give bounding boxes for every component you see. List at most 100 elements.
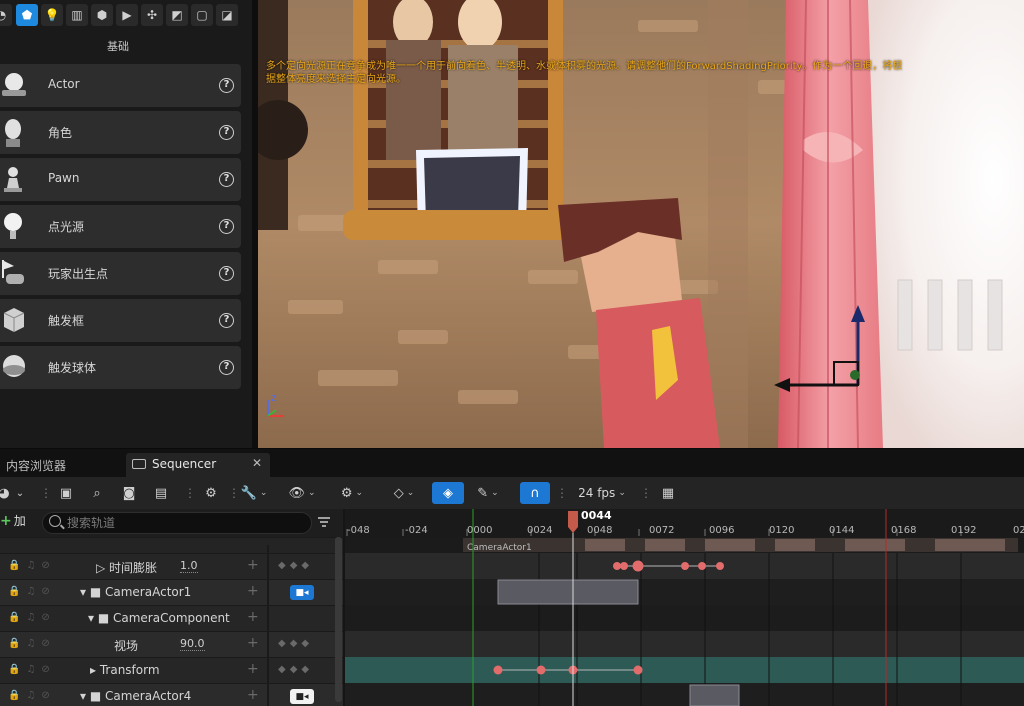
row-toggle-icons[interactable]: 🔒♫⊘ [8, 612, 64, 626]
actor-item-point-light[interactable]: 点光源 ? [0, 205, 241, 248]
world-icon[interactable]: ◕ [0, 482, 14, 504]
find-asset-icon[interactable]: ⌕ [86, 482, 108, 504]
actor-item-actor[interactable]: Actor ? [0, 64, 241, 107]
track-row-camera-component[interactable]: 🔒♫⊘ ▾ ■ CameraComponent + [0, 605, 343, 631]
level-viewport[interactable]: 多个定向光源正在竞争成为唯一一个用于前向着色、半透明、水或体积雾的光源。请调整他… [258, 0, 1024, 448]
recent-icon[interactable]: ◔ [0, 4, 12, 26]
add-key-icon[interactable]: + [247, 661, 259, 677]
track-search-input[interactable] [67, 515, 307, 531]
add-track-icon[interactable]: + [247, 583, 259, 599]
timeline-ruler[interactable] [345, 509, 1024, 537]
keyframe[interactable] [536, 665, 546, 675]
actor-item-player-start[interactable]: 玩家出生点 ? [0, 252, 241, 295]
keyframe[interactable] [620, 562, 628, 570]
track-list-scrollbar[interactable] [335, 537, 342, 702]
keyframe[interactable] [632, 560, 644, 572]
shapes-icon[interactable]: ▢ [191, 4, 213, 26]
help-icon[interactable]: ? [219, 78, 234, 93]
expand-arrow-icon[interactable]: ▾ [80, 585, 90, 599]
fps-selector[interactable]: 24 fps ⌄ [574, 482, 630, 504]
field-of-view-value[interactable]: 90.0 [180, 637, 205, 651]
expand-arrow-icon[interactable]: ▾ [80, 689, 90, 703]
track-row-field-of-view[interactable]: 🔒♫⊘ 视场 90.0 + ◆◆◆ [0, 631, 343, 657]
render-movie-icon[interactable]: ▤ [150, 482, 172, 504]
help-icon[interactable]: ? [219, 266, 234, 281]
add-key-icon[interactable]: + [247, 635, 259, 651]
expand-arrow-icon[interactable]: ▸ [90, 663, 100, 677]
camera-icon[interactable]: ◙ [118, 482, 140, 504]
view-options-menu[interactable]: 👁 ⌄ [284, 482, 320, 504]
key-nav-icons[interactable]: ◆◆◆ [278, 638, 313, 649]
add-key-icon[interactable]: + [247, 557, 259, 573]
timeline-row-transform [345, 657, 1024, 683]
auto-key-button[interactable]: ◈ [432, 482, 464, 504]
edit-options-menu[interactable]: ✎ ⌄ [470, 482, 506, 504]
keyframe[interactable] [493, 665, 503, 675]
tick-label: -048 [347, 525, 370, 536]
key-options-menu[interactable]: ◇ ⌄ [386, 482, 422, 504]
key-nav-icons[interactable]: ◆◆◆ [278, 664, 313, 675]
filter-icon[interactable] [317, 515, 331, 529]
track-row-transform[interactable]: 🔒♫⊘ ▸ Transform + ◆◆◆ [0, 657, 343, 683]
snap-magnet-button[interactable]: ∩ [520, 482, 550, 504]
add-track-icon[interactable]: + [247, 609, 259, 625]
track-row-camera-actor4[interactable]: 🔒♫⊘ ▾ ■ CameraActor4 + ■◂ [0, 683, 343, 706]
expand-arrow-icon[interactable]: ▾ [88, 611, 98, 625]
keyframe[interactable] [698, 562, 706, 570]
volumes-icon[interactable]: ✣ [141, 4, 163, 26]
add-track-icon[interactable]: + [247, 687, 259, 703]
track-row-time-dilation[interactable]: 🔒♫⊘ ▷ 时间膨胀 1.0 + ◆◆◆ [0, 553, 343, 579]
camera-actor1-section[interactable] [497, 579, 639, 605]
clapperboard-icon [132, 459, 146, 469]
track-search-box[interactable] [42, 512, 312, 534]
help-icon[interactable]: ? [219, 125, 234, 140]
help-icon[interactable]: ? [219, 172, 234, 187]
add-track-button[interactable]: + 加 [0, 512, 36, 534]
row-toggle-icons[interactable]: 🔒♫⊘ [8, 664, 64, 678]
timeline-canvas[interactable]: CameraActor1 -048 -024 0000 0024 0048 00… [345, 509, 1024, 706]
keyframe[interactable] [681, 562, 689, 570]
column-divider[interactable] [267, 545, 269, 706]
tick-label: 0144 [829, 525, 854, 536]
keyframe[interactable] [613, 562, 621, 570]
tab-content-browser[interactable]: 内容浏览器 [0, 453, 122, 478]
all-classes-icon[interactable]: ◩ [166, 4, 188, 26]
close-icon[interactable]: ✕ [252, 456, 262, 470]
lights-icon[interactable]: 💡 [41, 4, 63, 26]
chevron-down-icon[interactable]: ⌄ [14, 482, 26, 504]
row-toggle-icons[interactable]: 🔒♫⊘ [8, 690, 64, 704]
camera-actor4-section[interactable] [689, 684, 740, 706]
sequencer-timeline[interactable]: CameraActor1 -048 -024 0000 0024 0048 00… [345, 509, 1024, 706]
tab-sequencer[interactable]: Sequencer ✕ [126, 453, 270, 478]
tick-label: 0192 [951, 525, 976, 536]
keyframe[interactable] [633, 665, 643, 675]
help-icon[interactable]: ? [219, 360, 234, 375]
save-icon[interactable]: ▣ [56, 482, 76, 504]
visual-effects-icon[interactable]: ▥ [66, 4, 88, 26]
track-name-label: CameraActor4 [105, 689, 192, 703]
time-dilation-value[interactable]: 1.0 [180, 559, 198, 573]
actor-item-character[interactable]: 角色 ? [0, 111, 241, 154]
actor-item-trigger-box[interactable]: 触发框 ? [0, 299, 241, 342]
actions-icon[interactable]: ⚙ [200, 482, 222, 504]
camera-cut-toggle[interactable]: ■◂ [290, 689, 314, 704]
tools-menu[interactable]: 🔧 ⌄ [238, 482, 270, 504]
help-icon[interactable]: ? [219, 219, 234, 234]
basic-shapes-icon[interactable]: ⬟ [16, 4, 38, 26]
cinematic-icon[interactable]: ▶ [116, 4, 138, 26]
geometry-icon[interactable]: ⬢ [91, 4, 113, 26]
row-toggle-icons[interactable]: 🔒♫⊘ [8, 638, 64, 652]
curve-editor-icon[interactable]: ▦ [656, 482, 680, 504]
tick-label: 0168 [891, 525, 916, 536]
track-row-camera-actor1[interactable]: 🔒♫⊘ ▾ ■ CameraActor1 + ■◂ [0, 579, 343, 605]
row-toggle-icons[interactable]: 🔒♫⊘ [8, 560, 64, 574]
key-nav-icons[interactable]: ◆◆◆ [278, 560, 313, 571]
actor-item-trigger-sphere[interactable]: 触发球体 ? [0, 346, 241, 389]
keyframe[interactable] [716, 562, 724, 570]
camera-cut-toggle[interactable]: ■◂ [290, 585, 314, 600]
help-icon[interactable]: ? [219, 313, 234, 328]
playback-options-menu[interactable]: ⚙ ⌄ [334, 482, 370, 504]
row-toggle-icons[interactable]: 🔒♫⊘ [8, 586, 64, 600]
actor-item-pawn[interactable]: Pawn ? [0, 158, 241, 201]
more-classes-icon[interactable]: ◪ [216, 4, 238, 26]
